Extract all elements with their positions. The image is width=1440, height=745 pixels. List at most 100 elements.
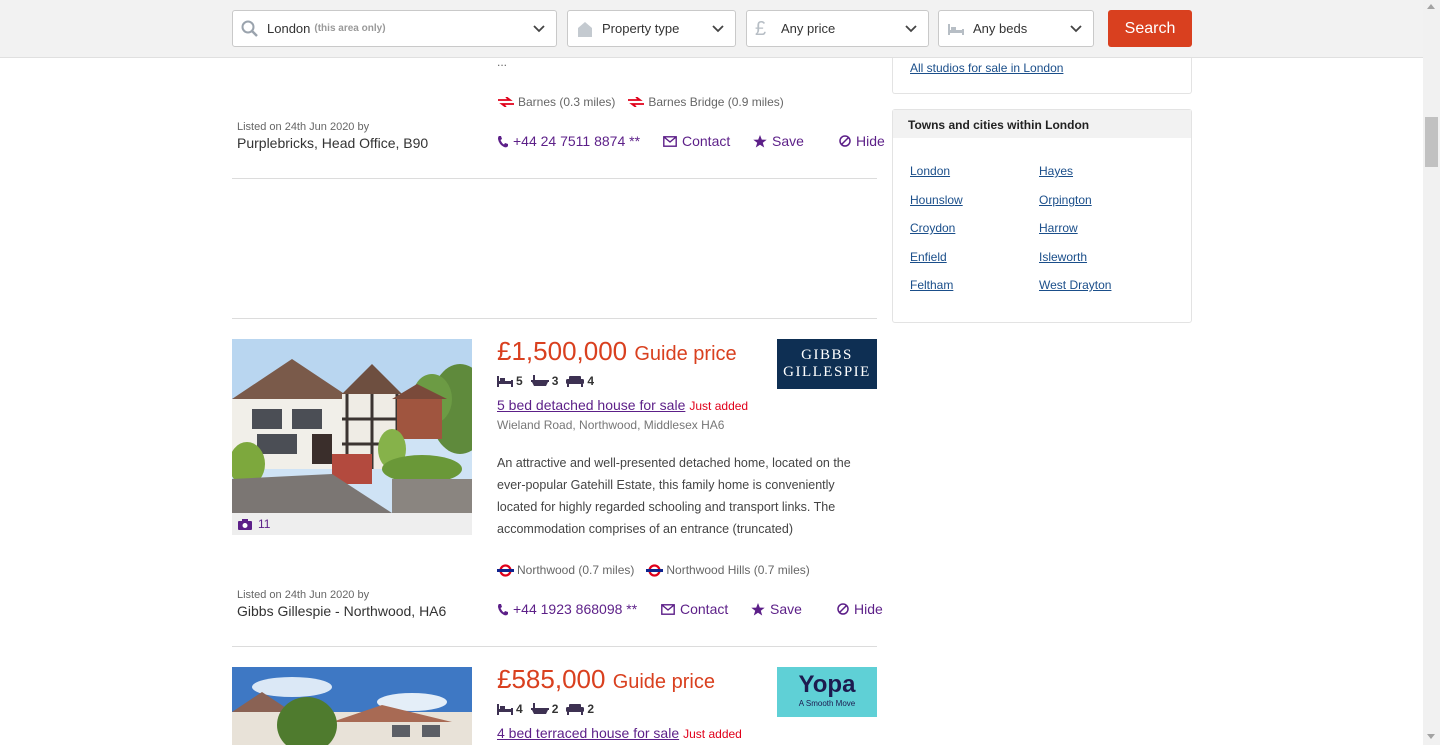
station-item: Northwood (0.7 miles) — [497, 563, 634, 577]
house-photo-image — [232, 667, 472, 745]
phone-link[interactable]: +44 1923 868098 ** — [497, 601, 661, 617]
agent-logo[interactable]: GIBBS GILLESPIE — [777, 339, 877, 389]
hide-button[interactable]: Hide — [839, 133, 885, 149]
price-select[interactable]: £ Any price — [746, 10, 929, 47]
chevron-down-icon — [533, 25, 545, 33]
search-icon — [241, 20, 261, 38]
national-rail-icon — [498, 97, 514, 107]
agent-name[interactable]: Purplebricks, Head Office, B90 — [237, 135, 428, 151]
agent-logo-line1: GIBBS — [801, 347, 853, 363]
phone-number: +44 24 7511 8874 ** — [513, 133, 641, 149]
agent-logo-line2: GILLESPIE — [783, 364, 871, 380]
house-photo-image — [232, 339, 472, 513]
scroll-up-arrow-icon[interactable] — [1427, 4, 1435, 9]
town-link-harrow[interactable]: Harrow — [1039, 221, 1078, 235]
town-link-hayes[interactable]: Hayes — [1039, 164, 1073, 178]
divider — [232, 646, 877, 647]
property-type-label: Property type — [602, 21, 680, 36]
town-link-london[interactable]: London — [910, 164, 950, 178]
star-icon — [753, 134, 767, 147]
price-value: £585,000 — [497, 664, 606, 694]
property-photo[interactable] — [232, 339, 472, 513]
envelope-icon — [661, 603, 675, 615]
bedrooms-count: 5 — [516, 374, 523, 388]
listing-description: An attractive and well-presented detache… — [497, 456, 851, 536]
phone-link[interactable]: +44 24 7511 8874 ** — [497, 133, 663, 149]
station-item: Northwood Hills (0.7 miles) — [646, 563, 810, 577]
photo-count[interactable]: 11 — [232, 513, 472, 535]
divider — [232, 178, 877, 179]
town-link-feltham[interactable]: Feltham — [910, 278, 953, 292]
contact-label: Contact — [682, 133, 731, 149]
nearest-stations: Northwood (0.7 miles) Northwood Hills (0… — [497, 563, 810, 577]
beds-select[interactable]: Any beds — [938, 10, 1094, 47]
listing-title-link[interactable]: 4 bed terraced house for sale — [497, 725, 679, 741]
property-features: 4 2 2 — [497, 702, 594, 716]
reception-count: 2 — [587, 702, 595, 716]
reception-rooms: 4 — [566, 374, 594, 388]
station-name: Northwood Hills (0.7 miles) — [666, 563, 810, 577]
location-hint: (this area only) — [314, 23, 386, 34]
town-link-enfield[interactable]: Enfield — [910, 250, 947, 264]
listing-title-link[interactable]: 5 bed detached house for sale — [497, 397, 685, 413]
camera-icon — [238, 518, 252, 530]
town-link-orpington[interactable]: Orpington — [1039, 193, 1092, 207]
chevron-down-icon — [905, 25, 917, 33]
town-link-isleworth[interactable]: Isleworth — [1039, 250, 1087, 264]
national-rail-icon — [628, 97, 645, 107]
hide-button[interactable]: Hide — [837, 601, 883, 617]
town-link-croydon[interactable]: Croydon — [910, 221, 955, 235]
agent-logo-subtext: A Smooth Move — [798, 699, 856, 708]
agent-logo[interactable]: Yopa A Smooth Move — [777, 667, 877, 717]
chevron-down-icon — [1070, 25, 1082, 33]
pound-icon: £ — [755, 17, 767, 40]
bath-icon — [530, 703, 549, 714]
bathrooms-count: 3 — [551, 374, 559, 388]
property-photo[interactable] — [232, 667, 472, 745]
bathrooms: 3 — [530, 374, 559, 388]
search-button[interactable]: Search — [1108, 10, 1192, 47]
price-qualifier: Guide price — [612, 671, 715, 693]
location-field[interactable]: London (this area only) — [232, 10, 557, 47]
property-type-select[interactable]: Property type — [567, 10, 736, 47]
save-button[interactable]: Save — [751, 601, 837, 617]
listed-date: Listed on 24th Jun 2020 by — [237, 589, 370, 601]
station-item: Barnes Bridge (0.9 miles) — [627, 95, 784, 109]
envelope-icon — [663, 135, 677, 147]
studios-link[interactable]: All studios for sale in London — [910, 61, 1063, 75]
page-scrollbar[interactable] — [1423, 0, 1440, 745]
beds-label: Any beds — [973, 21, 1028, 36]
hide-label: Hide — [854, 601, 883, 617]
bedrooms: 5 — [497, 374, 523, 388]
save-label: Save — [772, 133, 804, 149]
listing-price[interactable]: £1,500,000 Guide price — [497, 336, 737, 367]
listing-title-row: 4 bed terraced house for sale Just added — [497, 725, 742, 743]
scrollbar-thumb[interactable] — [1425, 117, 1438, 167]
scroll-down-arrow-icon[interactable] — [1427, 734, 1435, 739]
price-qualifier: Guide price — [634, 343, 737, 365]
bedrooms: 4 — [497, 702, 523, 716]
divider — [232, 318, 877, 319]
contact-button[interactable]: Contact — [661, 601, 751, 617]
search-bar: London (this area only) Property type £ … — [0, 0, 1423, 58]
reception-rooms: 2 — [566, 702, 594, 716]
contact-button[interactable]: Contact — [663, 133, 753, 149]
listing-price[interactable]: £585,000 Guide price — [497, 664, 715, 695]
contact-label: Contact — [680, 601, 729, 617]
bedrooms-count: 4 — [516, 702, 523, 716]
bathrooms-count: 2 — [551, 702, 559, 716]
just-added-badge: Just added — [683, 727, 742, 741]
bed-icon — [497, 376, 513, 387]
station-name: Northwood (0.7 miles) — [517, 563, 635, 577]
property-features: 5 3 4 — [497, 374, 594, 388]
station-name: Barnes Bridge (0.9 miles) — [648, 95, 784, 109]
bathrooms: 2 — [530, 702, 559, 716]
star-icon — [751, 602, 765, 615]
hide-label: Hide — [856, 133, 885, 149]
town-link-west-drayton[interactable]: West Drayton — [1039, 278, 1111, 292]
town-link-hounslow[interactable]: Hounslow — [910, 193, 963, 207]
bed-icon — [947, 20, 967, 38]
agent-name[interactable]: Gibbs Gillespie - Northwood, HA6 — [237, 603, 446, 619]
house-icon — [576, 20, 596, 38]
save-button[interactable]: Save — [753, 133, 839, 149]
